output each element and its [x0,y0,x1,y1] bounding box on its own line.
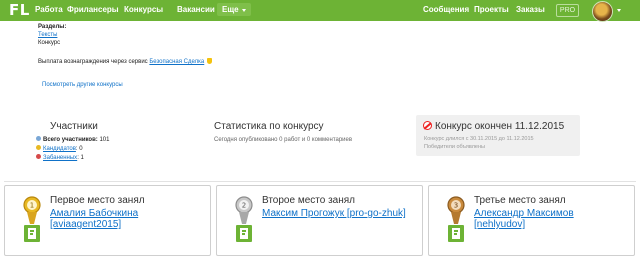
nav-messages[interactable]: Сообщения [423,5,469,14]
other-contests-link[interactable]: Посмотреть другие конкурсы [42,82,123,89]
shield-icon [206,58,212,64]
candidates-value: : 0 [75,146,83,152]
ended-title: Конкурс окончен 11.12.2015 [435,121,565,132]
section-link-texts[interactable]: Тексты [38,32,57,39]
winner-card-1: 1 Первое место занял Амалия Бабочкина [a… [4,185,211,256]
stats-today: Сегодня опубликовано 0 работ и 0 коммент… [214,137,353,143]
silver-medal-icon: 2 [235,196,253,242]
ended-duration: Конкурс длился с 30.11.2015 до 11.12.201… [424,136,534,142]
place-label: Второе место занял [262,195,355,206]
stats-title: Статистика по конкурсу [214,121,324,132]
participants-total: Всего участников: 101 [36,136,109,144]
nav-freelancers[interactable]: Фрилансеры [67,5,119,14]
nav-more-label: Еще [222,5,239,14]
bronze-medal-icon: 3 [447,196,465,242]
section-sub-contest: Конкурс [38,40,61,46]
banned-value: : 1 [77,155,84,161]
medal-number: 1 [30,202,34,210]
medal-number: 3 [454,202,458,210]
total-value: 101 [99,137,110,143]
user-icon [36,136,41,141]
user-avatar[interactable] [592,1,613,22]
top-navbar: FL Работа Фрилансеры Конкурсы Вакансии Е… [0,0,640,22]
participants-banned: Забаненных: 1 [36,154,84,162]
place-label: Третье место занял [474,195,566,206]
winner-name-link[interactable]: Максим Прогожук [pro-go-zhuk] [262,208,412,219]
candidates-link[interactable]: Кандидатов [43,146,76,152]
nav-vacancies[interactable]: Вакансии [177,5,215,14]
payment-text: Выплата вознаграждения через сервис [38,59,148,65]
nav-projects[interactable]: Проекты [474,5,509,14]
sections-label: Разделы: [38,24,67,30]
winners-announced: Победители объявлены [424,144,485,150]
winners-section: 1 Первое место занял Амалия Бабочкина [a… [4,181,636,259]
winner-name-link[interactable]: Амалия Бабочкина [aviaagent2015] [50,208,200,230]
participants-candidates: Кандидатов: 0 [36,145,83,153]
payment-info: Выплата вознаграждения через сервис Безо… [38,58,212,66]
pro-badge[interactable]: PRO [556,4,579,17]
place-label: Первое место занял [50,195,145,206]
safe-deal-link[interactable]: Безопасная Сделка [149,59,204,65]
nav-contests[interactable]: Конкурсы [124,5,163,14]
winner-card-3: 3 Третье место занял Александр Максимов … [428,185,635,256]
medal-number: 2 [242,202,246,210]
chevron-down-icon [242,9,246,12]
banned-icon [36,154,41,159]
banned-link[interactable]: Забаненных [43,155,77,161]
winner-card-2: 2 Второе место занял Максим Прогожук [pr… [216,185,423,256]
site-logo[interactable]: FL [9,1,30,19]
nav-orders[interactable]: Заказы [516,5,545,14]
chevron-down-icon[interactable] [617,9,621,12]
participants-title: Участники [50,121,98,132]
winner-name-link[interactable]: Александр Максимов [nehlyudov] [474,208,624,230]
nav-jobs[interactable]: Работа [35,5,63,14]
total-label: Всего участников: [43,137,98,143]
gold-medal-icon: 1 [23,196,41,242]
nav-more-button[interactable]: Еще [217,3,251,16]
stop-icon [423,121,432,130]
candidate-icon [36,145,41,150]
contest-ended-box: Конкурс окончен 11.12.2015 Конкурс длилс… [416,115,580,156]
